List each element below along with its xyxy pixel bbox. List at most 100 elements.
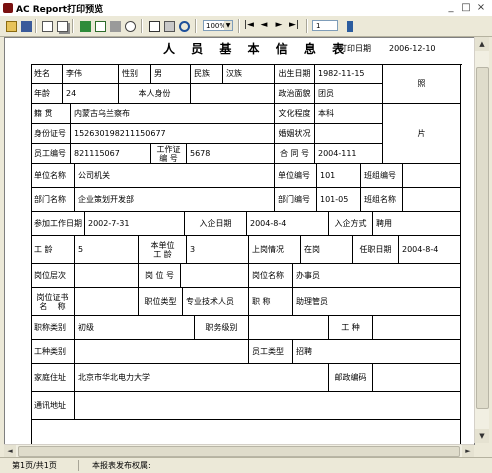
value-political: 团员 [315,84,383,104]
label-cert-name: 岗位证书 名 称 [31,288,75,316]
scroll-left-icon[interactable]: ◄ [4,445,16,457]
value-name: 李伟 [63,64,119,84]
label-identity: 本人身份 [119,84,191,104]
label-native-place: 籍 贯 [31,104,71,124]
zoom-icon[interactable] [177,19,192,34]
value-cert-name [75,288,139,316]
label-org-name: 单位名称 [31,164,75,188]
report-viewport[interactable]: 人 员 基 本 信 息 表 打印日期 2006-12-10 姓名 李伟 性别男民族 汉族… [4,37,475,445]
scroll-down-icon[interactable]: ▼ [475,429,489,443]
value-join-date: 2004-8-4 [247,212,329,236]
value-work-category [75,340,249,364]
last-page-button[interactable]: ►| [288,19,300,32]
label-work-start: 参加工作日期 [31,212,85,236]
value-title-category: 初级 [75,316,195,340]
print-icon[interactable] [162,19,177,34]
vertical-scrollbar[interactable]: ▲ ▼ [474,37,489,443]
maximize-button[interactable]: □ [459,1,473,14]
publisher-label: 本报表发布权属: [92,461,151,470]
label-work-permit-no: 工作证 编 号 [151,144,187,164]
label-dept-name: 部门名称 [31,188,75,212]
value-work-type [373,316,461,340]
value-employee-no: 821115067 [71,144,151,164]
vertical-scroll-thumb[interactable] [476,67,489,409]
label-position-name: 岗位名称 [249,264,293,288]
label-seniority: 工 龄 [31,236,75,264]
label-employee-no: 员工编号 [31,144,71,164]
app-icon [3,3,13,13]
save-icon[interactable] [19,19,34,34]
grid-icon[interactable] [93,19,108,34]
label-home-address: 家庭住址 [31,364,75,392]
stop-icon[interactable] [123,19,138,34]
open-icon[interactable] [4,19,19,34]
label-birth-date: 出生日期 [275,64,315,84]
label-title-category: 职称类别 [31,316,75,340]
value-education: 本科 [315,104,383,124]
label-gender: 性别 [119,64,151,84]
close-button[interactable]: × [474,1,488,14]
value-position-level [75,264,139,288]
status-bar: 第1页/共1页 本报表发布权属: [0,457,492,473]
label-position-type: 职位类型 [139,288,183,316]
value-org-code: 101 [317,164,361,188]
label-position-level: 岗位层次 [31,264,75,288]
next-page-button[interactable]: ► [273,19,285,32]
print-date-value: 2006-12-10 [389,44,436,53]
label-org-code: 单位编号 [275,164,317,188]
horizontal-scrollbar[interactable]: ◄ ► [4,444,474,457]
value-work-start: 2002-7-31 [85,212,185,236]
page-setup-icon[interactable] [147,19,162,34]
toolbar: 100% ▼ |◄ ◄ ► ►| 1 [0,16,492,37]
blank-row [31,420,461,444]
minimize-button[interactable]: _ [444,1,458,14]
label-position-no: 岗 位 号 [139,264,181,288]
value-dept-code: 101-05 [317,188,361,212]
label-employee-type: 员工类型 [249,340,293,364]
horizontal-scroll-thumb[interactable] [18,446,460,457]
value-birth-date: 1982-11-15 [315,64,383,84]
export-icon[interactable] [108,19,123,34]
label-dept-code: 部门编号 [275,188,317,212]
value-status: 在岗 [301,236,353,264]
label-appoint-date: 任职日期 [353,236,399,264]
scroll-right-icon[interactable]: ► [462,445,474,457]
value-marital [315,124,383,144]
label-mail-address: 通讯地址 [31,392,75,420]
label-team-code: 班组编号 [361,164,403,188]
new-icon[interactable] [40,19,55,34]
label-marital: 婚姻状况 [275,124,315,144]
first-page-button[interactable]: |◄ [243,19,255,32]
value-position-type: 专业技术人员 [183,288,249,316]
label-education: 文化程度 [275,104,315,124]
value-employee-type: 招聘 [293,340,461,364]
report-title: 人 员 基 本 信 息 表 [163,42,351,56]
value-dept-name: 企业策划开发部 [75,188,275,212]
label-title: 职 称 [249,288,293,316]
label-duty-level: 职务级别 [195,316,249,340]
label-org-seniority: 本单位 工 龄 [139,236,187,264]
exit-icon[interactable] [343,19,358,34]
print-date-label: 打印日期 [339,44,371,53]
label-team-name: 班组名称 [361,188,403,212]
value-org-name: 公司机关 [75,164,275,188]
value-duty-level [249,316,329,340]
value-org-seniority: 3 [187,236,249,264]
label-work-category: 工种类别 [31,340,75,364]
value-position-no [181,264,249,288]
excel-icon[interactable] [78,19,93,34]
prev-page-button[interactable]: ◄ [258,19,270,32]
label-contract-no: 合 同 号 [275,144,315,164]
value-postal-code [373,364,461,392]
label-postal-code: 邮政编码 [329,364,373,392]
value-title: 助理管员 [293,288,461,316]
zoom-select[interactable]: 100% ▼ [203,20,233,31]
scroll-up-icon[interactable]: ▲ [475,37,489,51]
page-number-input[interactable]: 1 [312,20,338,31]
value-team-name [403,188,461,212]
window-title: AC Report打印预览 [16,5,104,15]
copy-icon[interactable] [55,19,70,34]
label-id-number: 身份证号 [31,124,71,144]
value-join-method: 聘用 [373,212,461,236]
label-status: 上岗情况 [249,236,301,264]
